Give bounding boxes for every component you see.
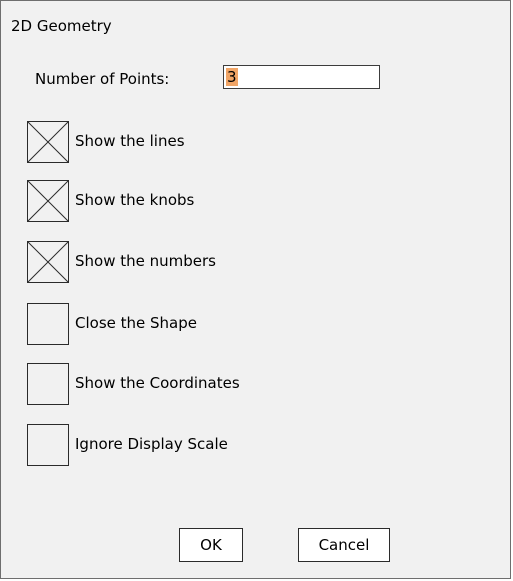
close-shape-label: Close the Shape — [75, 314, 197, 332]
number-of-points-input[interactable]: 3 — [223, 65, 380, 89]
show-coordinates-label: Show the Coordinates — [75, 374, 240, 392]
number-of-points-label: Number of Points: — [35, 70, 170, 88]
show-numbers-label: Show the numbers — [75, 252, 216, 270]
show-coordinates-checkbox[interactable] — [27, 363, 69, 405]
ignore-display-scale-label: Ignore Display Scale — [75, 435, 228, 453]
show-lines-label: Show the lines — [75, 132, 185, 150]
check-cross-icon — [28, 242, 68, 282]
show-lines-row[interactable]: Show the lines — [27, 121, 447, 165]
ignore-display-scale-row[interactable]: Ignore Display Scale — [27, 424, 447, 468]
show-numbers-checkbox[interactable] — [27, 241, 69, 283]
show-coordinates-row[interactable]: Show the Coordinates — [27, 363, 447, 407]
dialog-title: 2D Geometry — [11, 17, 112, 35]
show-lines-checkbox[interactable] — [27, 121, 69, 163]
check-cross-icon — [28, 181, 68, 221]
show-numbers-row[interactable]: Show the numbers — [27, 241, 447, 285]
check-cross-icon — [28, 122, 68, 162]
show-knobs-label: Show the knobs — [75, 191, 195, 209]
geometry-dialog: 2D Geometry Number of Points: 3 Show the… — [0, 0, 511, 579]
number-of-points-value: 3 — [226, 68, 238, 86]
close-shape-row[interactable]: Close the Shape — [27, 303, 447, 347]
show-knobs-row[interactable]: Show the knobs — [27, 180, 447, 224]
show-knobs-checkbox[interactable] — [27, 180, 69, 222]
ok-button[interactable]: OK — [179, 528, 243, 562]
close-shape-checkbox[interactable] — [27, 303, 69, 345]
cancel-button[interactable]: Cancel — [298, 528, 390, 562]
ignore-display-scale-checkbox[interactable] — [27, 424, 69, 466]
